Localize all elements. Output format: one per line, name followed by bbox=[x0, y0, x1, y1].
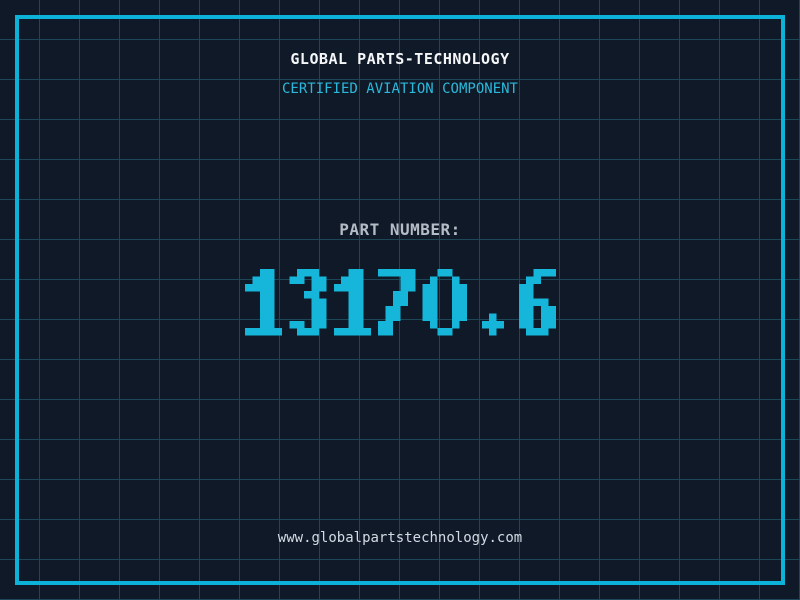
part-number-label: PART NUMBER: bbox=[339, 220, 461, 239]
part-number-pixel-digits bbox=[244, 269, 556, 336]
website-url: www.globalpartstechnology.com bbox=[277, 530, 523, 546]
part-number-display bbox=[0, 269, 800, 336]
company-title: GLOBAL PARTS-TECHNOLOGY bbox=[290, 50, 510, 68]
certification-subtitle: CERTIFIED AVIATION COMPONENT bbox=[281, 81, 518, 97]
